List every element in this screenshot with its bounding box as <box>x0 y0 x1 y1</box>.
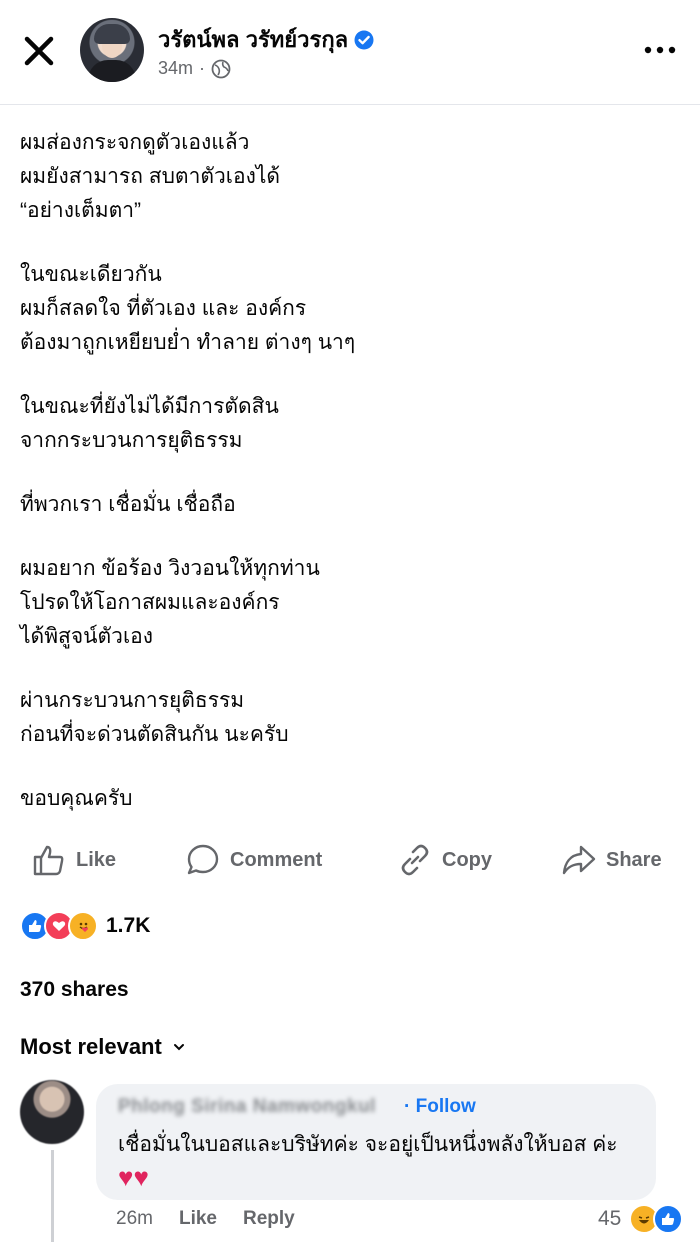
post-line: ผมยังสามารถ สบตาตัวเองได้ <box>20 165 281 188</box>
link-icon <box>401 844 429 876</box>
sort-label: Most relevant <box>20 1034 162 1059</box>
like-label: Like <box>76 848 117 871</box>
comment-body: เชื่อมั่นในบอสและบริษัทค่ะ จะอยู่เป็นหนึ… <box>118 1133 618 1156</box>
share-button[interactable]: Share <box>562 838 662 882</box>
post-paragraph: ผมส่องกระจกดูตัวเองแล้ว ผมยังสามารถ สบตา… <box>20 126 680 228</box>
post-action-bar: Like Comment Copy Share <box>0 838 700 882</box>
post-paragraph: ขอบคุณครับ <box>20 782 680 816</box>
more-options-button[interactable] <box>642 40 678 60</box>
commenter-avatar[interactable] <box>20 1080 84 1144</box>
share-arrow-icon <box>562 845 596 875</box>
globe-icon <box>211 59 231 78</box>
comment-text: เชื่อมั่นในบอสและบริษัทค่ะ จะอยู่เป็นหนึ… <box>118 1128 644 1196</box>
post-paragraph: ในขณะเดียวกัน ผมก็สลดใจ ที่ตัวเอง และ อง… <box>20 258 680 360</box>
post-paragraph: ในขณะที่ยังไม่ได้มีการตัดสิน จากกระบวนกา… <box>20 390 680 458</box>
comment-bubble-icon <box>187 844 219 875</box>
like-button[interactable]: Like <box>32 838 116 882</box>
heart-emoji: ♥♥ <box>118 1162 149 1192</box>
close-button[interactable] <box>22 34 56 68</box>
post-text: ผมส่องกระจกดูตัวเองแล้ว ผมยังสามารถ สบตา… <box>20 126 680 846</box>
copy-button[interactable]: Copy <box>398 838 492 882</box>
comment-footer: 26m Like Reply <box>116 1208 295 1230</box>
verified-badge-icon <box>354 30 374 49</box>
comment-reply-button[interactable]: Reply <box>243 1208 295 1230</box>
commenter-name[interactable]: Phlong Sirina Namwongkul <box>118 1096 376 1118</box>
comment-label: Comment <box>230 848 323 871</box>
author-name-row[interactable]: วรัตน์พล วรัทย์วรกุล <box>158 22 374 57</box>
share-label: Share <box>606 848 662 871</box>
post-line: ได้พิสูจน์ตัวเอง <box>20 625 153 648</box>
post-line: ขอบคุณครับ <box>20 787 133 810</box>
post-paragraph: ผ่านกระบวนการยุติธรรม ก่อนที่จะด่วนตัดสิ… <box>20 684 680 752</box>
post-paragraph: ผมอยาก ข้อร้อง วิงวอนให้ทุกท่าน โปรดให้โ… <box>20 552 680 654</box>
post-line: ผ่านกระบวนการยุติธรรม <box>20 689 245 712</box>
shares-count[interactable]: 370 shares <box>20 978 129 1002</box>
reaction-count[interactable]: 1.7K <box>106 914 150 938</box>
post-line: ผมส่องกระจกดูตัวเองแล้ว <box>20 131 250 154</box>
post-line: “อย่างเต็มตา” <box>20 199 142 222</box>
post-line: ต้องมาถูกเหยียบย่ำ ทำลาย ต่างๆ นาๆ <box>20 331 356 354</box>
post-line: ในขณะที่ยังไม่ได้มีการตัดสิน <box>20 395 279 418</box>
post-header: วรัตน์พล วรัทย์วรกุล 34m · <box>0 0 700 105</box>
post-line: ผมก็สลดใจ ที่ตัวเอง และ องค์กร <box>20 297 307 320</box>
thumbs-up-icon <box>33 845 64 876</box>
post-line: ผมอยาก ข้อร้อง วิงวอนให้ทุกท่าน <box>20 557 320 580</box>
copy-label: Copy <box>442 848 492 871</box>
close-icon <box>24 36 54 66</box>
post-paragraph: ที่พวกเรา เชื่อมั่น เชื่อถือ <box>20 488 680 522</box>
post-line: ก่อนที่จะด่วนตัดสินกัน นะครับ <box>20 723 289 746</box>
post-line: จากกระบวนการยุติธรรม <box>20 429 243 452</box>
author-name[interactable]: วรัตน์พล วรัทย์วรกุล <box>158 22 348 57</box>
comment-reactions[interactable]: 45 <box>598 1204 684 1234</box>
thread-line <box>51 1150 54 1242</box>
author-avatar[interactable] <box>80 18 144 82</box>
post-line: ในขณะเดียวกัน <box>20 263 162 286</box>
like-reaction-icon <box>653 1204 684 1234</box>
follow-button[interactable]: · Follow <box>404 1096 476 1118</box>
care-reaction-icon <box>68 911 98 941</box>
reaction-summary[interactable]: 1.7K <box>20 910 150 942</box>
meta-separator: · <box>199 58 206 78</box>
comment-like-button[interactable]: Like <box>179 1208 217 1230</box>
post-line: ที่พวกเรา เชื่อมั่น เชื่อถือ <box>20 493 236 516</box>
comment-reaction-count: 45 <box>598 1207 622 1230</box>
chevron-down-icon <box>173 1044 184 1051</box>
comment-button[interactable]: Comment <box>186 838 322 882</box>
post-line: โปรดให้โอกาสผมและองค์กร <box>20 591 280 614</box>
comment-time[interactable]: 26m <box>116 1208 153 1230</box>
comment-bubble: Phlong Sirina Namwongkul · Follow เชื่อม… <box>96 1084 656 1200</box>
comment-sort-dropdown[interactable]: Most relevant <box>20 1034 186 1060</box>
more-dots-icon <box>644 46 676 54</box>
post-meta: 34m · <box>158 58 231 79</box>
post-time[interactable]: 34m <box>158 58 193 79</box>
